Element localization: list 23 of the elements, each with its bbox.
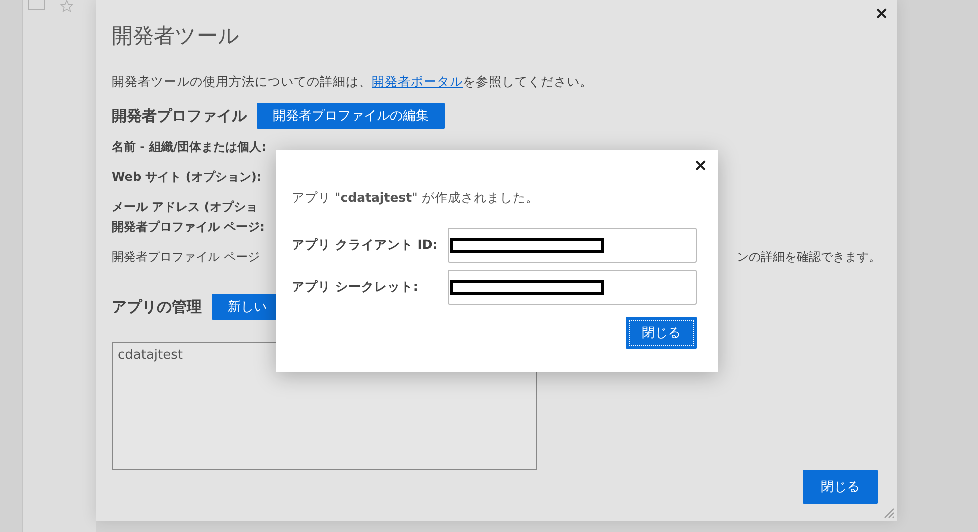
edit-profile-button[interactable]: 開発者プロファイルの編集 — [257, 103, 445, 129]
close-button[interactable]: 閉じる — [626, 317, 697, 349]
note-text: 開発者プロファイル ページ — [112, 249, 260, 266]
intro-text: 開発者ツールの使用方法についての詳細は、開発者ポータルを参照してください。 — [112, 74, 594, 91]
resize-grip-icon[interactable] — [884, 508, 895, 519]
note-text: ンの詳細を確認できます。 — [737, 249, 881, 266]
section-heading: 開発者プロファイル — [112, 106, 247, 126]
field-label: アプリ クライアント ID: — [292, 237, 439, 254]
field-label: 名前 - 組織/団体または個人: — [112, 139, 267, 156]
input-field[interactable] — [448, 270, 697, 305]
field-label: Web サイト (オプション): — [112, 169, 262, 186]
modal-message: アプリ "cdatajtest" が作成されました。 — [292, 190, 540, 207]
close-button[interactable]: 閉じる — [803, 470, 878, 504]
field-label: アプリ シークレット: — [292, 279, 420, 296]
star-icon[interactable] — [58, 0, 76, 12]
field-label: メール アドレス (オプショ — [112, 199, 258, 216]
dialog-title: 開発者ツール — [112, 23, 241, 50]
section-heading: アプリの管理 — [112, 298, 202, 316]
input-field[interactable] — [448, 228, 697, 263]
field-label: 開発者プロファイル ページ: — [112, 219, 265, 236]
portal-link[interactable]: 開発者ポータル — [372, 74, 463, 89]
checkbox[interactable] — [28, 0, 45, 10]
app-list-item[interactable]: cdatajtest — [118, 348, 184, 363]
